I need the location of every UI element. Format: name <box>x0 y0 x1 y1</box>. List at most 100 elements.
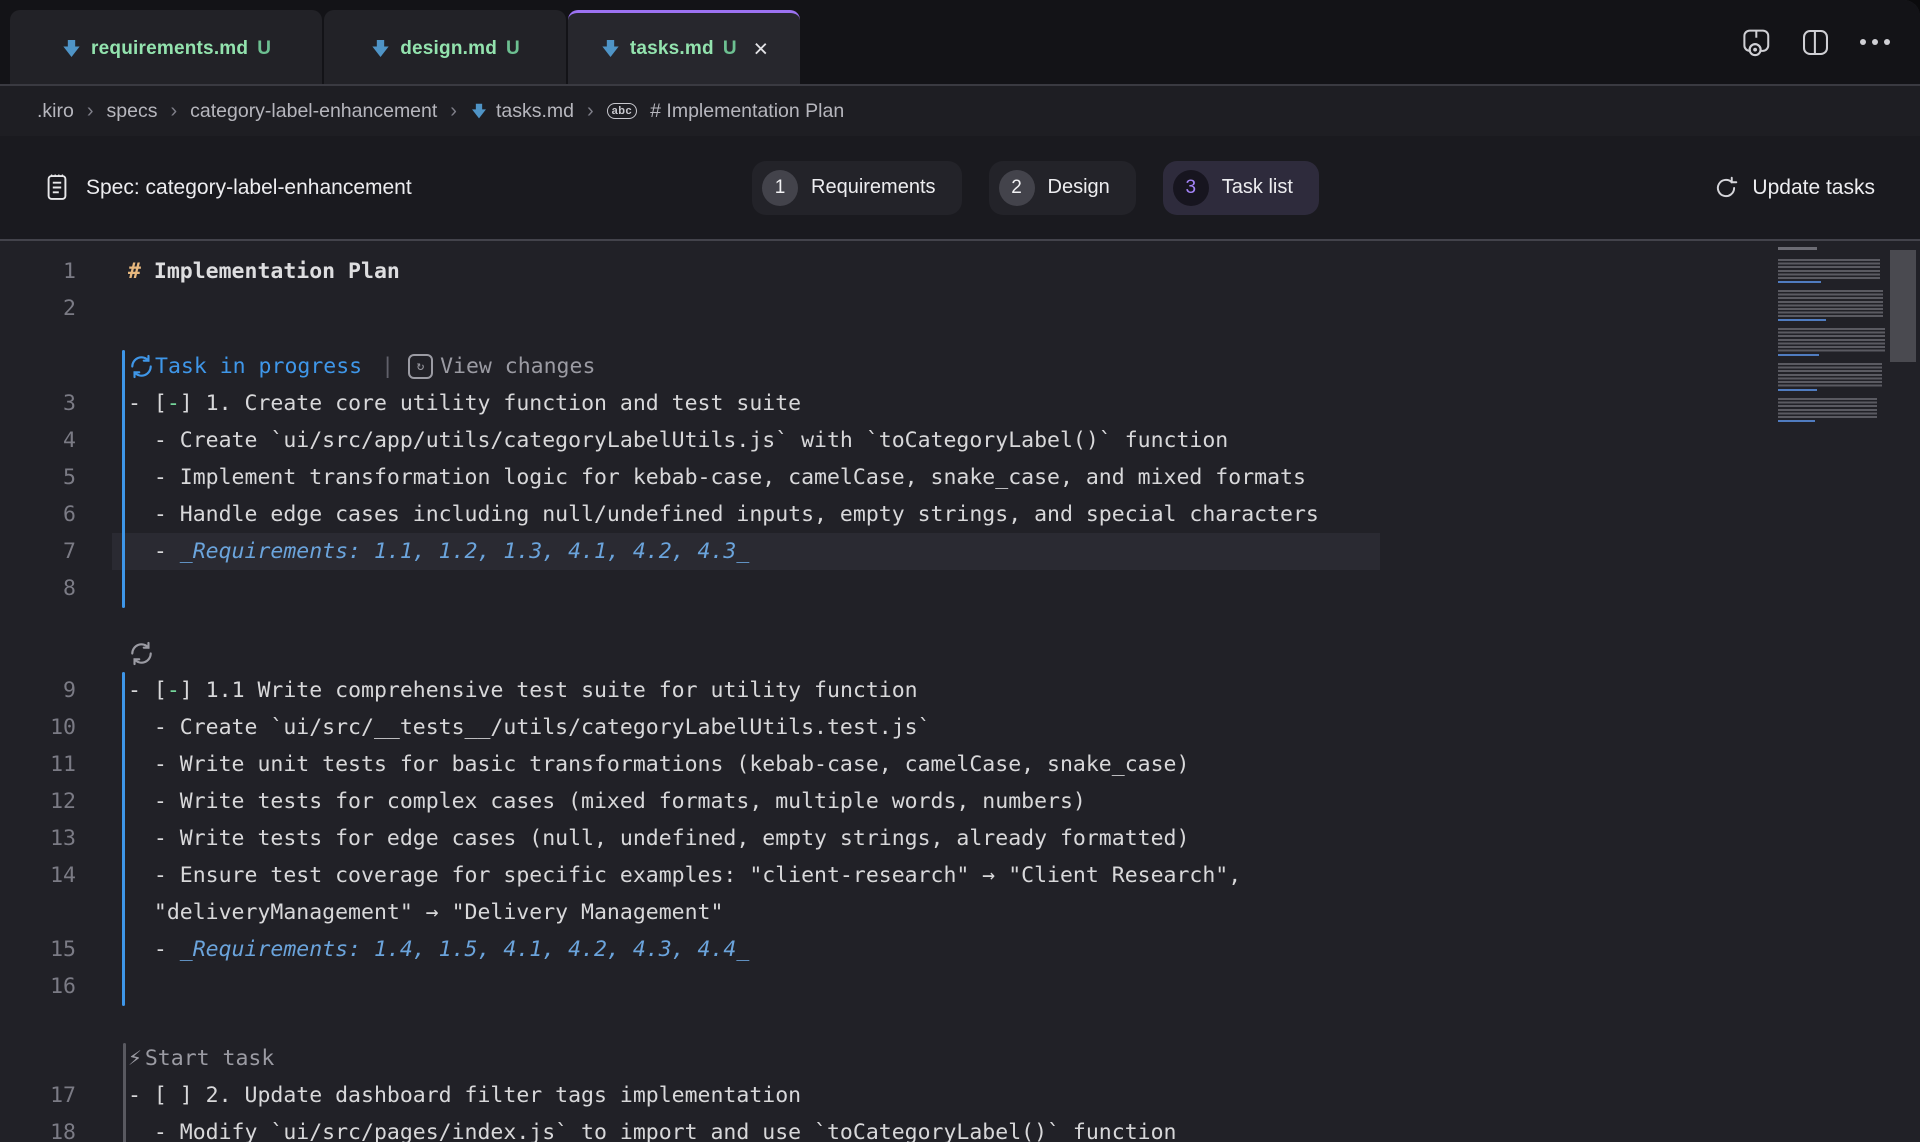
chevron-right-icon: › <box>170 100 177 123</box>
git-status-badge: U <box>506 38 520 60</box>
code-text[interactable]: "deliveryManagement" → "Delivery Managem… <box>128 900 723 925</box>
task-widget-row: ⚡Start task <box>0 1005 1920 1077</box>
active-indent-guide <box>122 672 125 1006</box>
minimap-section <box>1778 398 1877 418</box>
step-task-list[interactable]: 3Task list <box>1163 161 1319 215</box>
git-status-badge: U <box>257 38 271 60</box>
more-actions-icon[interactable] <box>1858 37 1892 47</box>
code-text[interactable]: - Ensure test coverage for specific exam… <box>128 863 1241 888</box>
line-number: 2 <box>0 290 76 327</box>
code-text[interactable]: - Modify `ui/src/pages/index.js` to impo… <box>128 1120 1176 1142</box>
update-tasks-label: Update tasks <box>1752 176 1875 200</box>
indent-guide <box>123 1043 126 1142</box>
chevron-right-icon: › <box>450 100 457 123</box>
line-number: 5 <box>0 459 76 496</box>
code-text[interactable]: - Implement transformation logic for keb… <box>128 465 1306 490</box>
view-changes-icon[interactable]: ↻ <box>408 354 433 379</box>
line-number: 10 <box>0 709 76 746</box>
step-requirements[interactable]: 1Requirements <box>752 161 962 215</box>
editor-line: 13 - Write tests for edge cases (null, u… <box>0 820 1920 857</box>
minimap-line <box>1778 247 1817 250</box>
line-number: 12 <box>0 783 76 820</box>
editor-line: 6 - Handle edge cases including null/und… <box>0 496 1920 533</box>
step-number: 2 <box>999 170 1035 206</box>
minimap[interactable] <box>1778 247 1886 429</box>
active-indent-guide <box>122 350 125 608</box>
editor-line: "deliveryManagement" → "Delivery Managem… <box>0 894 1920 931</box>
editor-line: 17 - [ ] 2. Update dashboard filter tags … <box>0 1077 1920 1114</box>
breadcrumb-file-label: tasks.md <box>496 100 574 123</box>
editor-line: 12 - Write tests for complex cases (mixe… <box>0 783 1920 820</box>
code-text[interactable]: - Write tests for edge cases (null, unde… <box>128 826 1189 851</box>
line-number: 4 <box>0 422 76 459</box>
step-number: 3 <box>1173 170 1209 206</box>
tab-label: requirements.md <box>91 38 248 60</box>
line-number: 3 <box>0 385 76 422</box>
line-number: 8 <box>0 570 76 607</box>
start-task-link[interactable]: Start task <box>145 1040 274 1077</box>
breadcrumb-item[interactable]: category-label-enhancement <box>190 100 437 123</box>
code-text[interactable]: - Write unit tests for basic transformat… <box>128 752 1189 777</box>
code-text[interactable]: - Handle edge cases including null/undef… <box>128 502 1319 527</box>
chevron-right-icon: › <box>87 100 94 123</box>
editor-line: 5 - Implement transformation logic for k… <box>0 459 1920 496</box>
minimap-section <box>1778 259 1880 279</box>
tab-strip: requirements.md Udesign.md Utasks.md U × <box>0 0 1920 84</box>
code-text[interactable]: - _Requirements: 1.1, 1.2, 1.3, 4.1, 4.2… <box>128 539 749 564</box>
breadcrumb-item[interactable]: specs <box>107 100 158 123</box>
minimap-section <box>1778 328 1885 352</box>
spec-bar: Spec: category-label-enhancement 1Requir… <box>0 136 1920 241</box>
line-number: 13 <box>0 820 76 857</box>
tab-design.md[interactable]: design.md U <box>324 10 566 84</box>
close-icon[interactable]: × <box>754 39 769 59</box>
code-text[interactable]: - Create `ui/src/__tests__/utils/categor… <box>128 715 931 740</box>
breadcrumb-item[interactable]: .kiro <box>37 100 74 123</box>
code-text[interactable]: # Implementation Plan <box>128 259 400 284</box>
task-widget-row <box>0 607 1920 672</box>
breadcrumb-symbol[interactable]: # Implementation Plan <box>650 100 844 123</box>
step-design[interactable]: 2 Design <box>989 161 1136 215</box>
editor-line: 3 - [-] 1. Create core utility function a… <box>0 385 1920 422</box>
scrollbar-thumb[interactable] <box>1890 250 1916 362</box>
minimap-highlight-line <box>1778 389 1817 391</box>
line-number: 7 <box>0 533 76 570</box>
breadcrumb-file[interactable]: tasks.md <box>470 100 574 123</box>
split-editor-icon[interactable] <box>1801 28 1830 57</box>
code-text[interactable]: - [-] 1. Create core utility function an… <box>128 391 801 416</box>
editor-line: 7 - _Requirements: 1.1, 1.2, 1.3, 4.1, 4… <box>0 533 1920 570</box>
chevron-right-icon: › <box>587 100 594 123</box>
widget-divider: | <box>381 348 394 385</box>
git-status-badge: U <box>723 38 737 60</box>
open-preview-icon[interactable] <box>1742 28 1773 57</box>
editor-line: 1 # Implementation Plan <box>0 253 1920 290</box>
line-number: 1 <box>0 253 76 290</box>
tab-label: tasks.md <box>630 38 714 60</box>
tab-label: design.md <box>400 38 497 60</box>
view-changes-link[interactable]: View changes <box>440 348 595 385</box>
minimap-highlight-line <box>1778 319 1826 321</box>
tab-requirements.md[interactable]: requirements.md U <box>10 10 322 84</box>
tab-bar: requirements.md Udesign.md Utasks.md U × <box>0 0 1920 84</box>
code-text[interactable]: - _Requirements: 1.4, 1.5, 4.1, 4.2, 4.3… <box>128 937 749 962</box>
lightning-icon: ⚡ <box>128 1040 142 1077</box>
task-in-progress-label[interactable]: Task in progress <box>155 348 362 385</box>
code-text[interactable]: - Write tests for complex cases (mixed f… <box>128 789 1086 814</box>
editor-actions <box>1742 0 1892 84</box>
markdown-file-icon <box>470 102 488 120</box>
clipboard-icon <box>45 173 69 202</box>
code-text[interactable]: - Create `ui/src/app/utils/categoryLabel… <box>128 428 1228 453</box>
editor[interactable]: 1 # Implementation Plan 2 Task in progress |… <box>0 241 1920 1142</box>
tab-tasks.md[interactable]: tasks.md U × <box>568 10 800 84</box>
code-text[interactable]: - [ ] 2. Update dashboard filter tags im… <box>128 1083 801 1108</box>
editor-line: 11 - Write unit tests for basic transfor… <box>0 746 1920 783</box>
update-tasks-button[interactable]: Update tasks <box>1713 175 1875 201</box>
editor-line: 18 - Modify `ui/src/pages/index.js` to i… <box>0 1114 1920 1142</box>
step-label: Requirements <box>811 176 936 199</box>
sync-icon <box>128 353 155 380</box>
minimap-highlight-line <box>1778 354 1819 356</box>
editor-line: 2 <box>0 290 1920 327</box>
step-label: Design <box>1048 176 1110 199</box>
line-number: 17 <box>0 1077 76 1114</box>
code-text[interactable]: - [-] 1.1 Write comprehensive test suite… <box>128 678 918 703</box>
editor-line: 14 - Ensure test coverage for specific e… <box>0 857 1920 894</box>
